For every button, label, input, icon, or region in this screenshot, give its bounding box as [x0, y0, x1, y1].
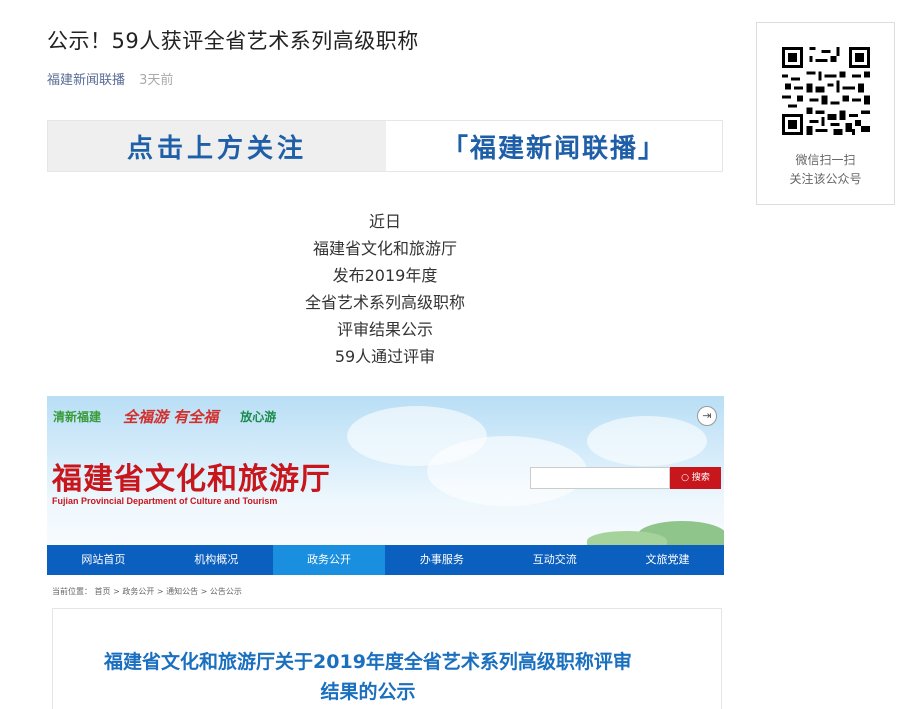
- site-navbar: 网站首页 机构概况 政务公开 办事服务 互动交流 文旅党建: [47, 545, 724, 575]
- nav-gov-affairs[interactable]: 政务公开: [272, 545, 386, 575]
- site-header: 清新福建 全福游 有全福 放心游 ⇥ 福建省文化和旅游厅 Fujian Prov…: [47, 396, 724, 551]
- nav-home[interactable]: 网站首页: [47, 545, 160, 575]
- article-meta: 福建新闻联播 3天前: [47, 69, 173, 88]
- body-line: 全省艺术系列高级职称: [304, 293, 465, 312]
- site-search-input[interactable]: [530, 467, 670, 489]
- follow-banner-right: 「福建新闻联播」: [386, 121, 722, 171]
- qr-caption-line2: 关注该公众号: [789, 172, 862, 186]
- logo-qingxin-fujian: 清新福建: [53, 410, 102, 424]
- qr-caption: 微信扫一扫 关注该公众号: [757, 151, 894, 189]
- nav-party[interactable]: 文旅党建: [611, 545, 724, 575]
- qr-panel: 微信扫一扫 关注该公众号: [756, 22, 895, 205]
- logo-quanfu: 全福游 有全福: [123, 408, 219, 426]
- search-button-label: 搜索: [691, 473, 710, 483]
- account-link[interactable]: 福建新闻联播: [47, 73, 125, 88]
- body-line: 发布2019年度: [332, 266, 438, 285]
- nav-org[interactable]: 机构概况: [160, 545, 273, 575]
- article-body: 近日 福建省文化和旅游厅 发布2019年度 全省艺术系列高级职称 评审结果公示 …: [47, 208, 723, 370]
- follow-banner-left: 点击上方关注: [126, 133, 307, 164]
- site-title: 福建省文化和旅游厅: [52, 462, 331, 497]
- embedded-website-screenshot: 清新福建 全福游 有全福 放心游 ⇥ 福建省文化和旅游厅 Fujian Prov…: [47, 396, 724, 709]
- qr-code-icon[interactable]: [782, 47, 870, 135]
- publish-time: 3天前: [139, 73, 174, 88]
- notice-title-line1: 福建省文化和旅游厅关于2019年度全省艺术系列高级职称评审: [104, 651, 632, 673]
- nav-services[interactable]: 办事服务: [385, 545, 498, 575]
- site-subtitle: Fujian Provincial Department of Culture …: [52, 496, 278, 506]
- exit-icon[interactable]: ⇥: [697, 406, 717, 426]
- logo-fangxin: 放心游: [240, 410, 277, 424]
- body-line: 福建省文化和旅游厅: [312, 239, 457, 258]
- notice-title-line2: 结果的公示: [320, 681, 416, 703]
- breadcrumb: 当前位置： 首页 > 政务公开 > 通知公告 > 公告公示: [52, 587, 242, 596]
- site-logos: 清新福建 全福游 有全福 放心游: [53, 406, 276, 427]
- body-line: 评审结果公示: [336, 320, 433, 339]
- body-line: 近日: [368, 212, 401, 231]
- body-line: 59人通过评审: [334, 347, 436, 366]
- notice-title: 福建省文化和旅游厅关于2019年度全省艺术系列高级职称评审 结果的公示: [53, 647, 683, 707]
- notice-box: 福建省文化和旅游厅关于2019年度全省艺术系列高级职称评审 结果的公示: [52, 608, 722, 709]
- nav-interaction[interactable]: 互动交流: [498, 545, 611, 575]
- site-search-button[interactable]: ○ 搜索: [670, 467, 721, 489]
- follow-banner-image: 点击上方关注 「福建新闻联播」: [47, 120, 723, 172]
- search-icon: ○: [681, 473, 692, 483]
- article-title: 公示！59人获评全省艺术系列高级职称: [47, 29, 419, 53]
- qr-caption-line1: 微信扫一扫: [795, 153, 856, 167]
